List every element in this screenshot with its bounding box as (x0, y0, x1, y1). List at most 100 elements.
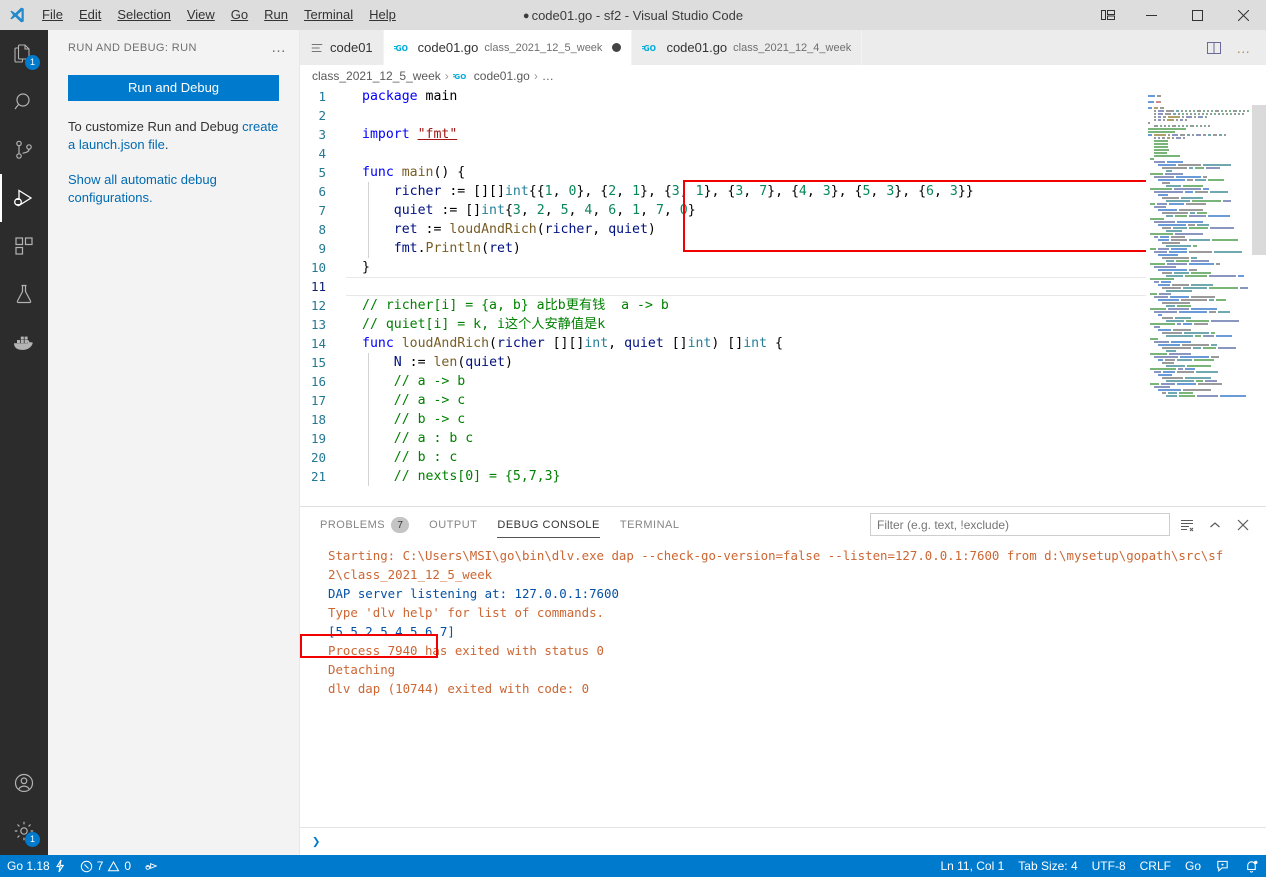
indent-guide (368, 410, 369, 429)
editor-more-actions-icon[interactable]: … (1230, 34, 1258, 62)
close-button[interactable] (1220, 0, 1266, 30)
editor-scrollbar[interactable] (1252, 87, 1266, 506)
code-line[interactable]: 8 ret := loudAndRich(richer, quiet) (300, 220, 1266, 239)
panel-tab-output[interactable]: OUTPUT (429, 511, 477, 538)
title-bar: File Edit Selection View Go Run Terminal… (0, 0, 1266, 30)
tab-code01-go-5week[interactable]: GO code01.go class_2021_12_5_week (383, 30, 633, 65)
activity-explorer[interactable]: 1 (0, 30, 48, 78)
window-controls (1088, 0, 1266, 30)
code-line[interactable]: 1 package main (300, 87, 1266, 106)
breadcrumb-file[interactable]: code01.go (474, 69, 530, 83)
clear-console-icon[interactable] (1176, 514, 1198, 536)
activity-search[interactable] (0, 78, 48, 126)
activity-manage-settings[interactable]: 1 (0, 807, 48, 855)
svg-text:GO: GO (644, 44, 657, 53)
menu-edit[interactable]: Edit (71, 0, 109, 30)
menu-selection[interactable]: Selection (109, 0, 178, 30)
status-go-test[interactable] (138, 855, 167, 877)
status-bar: Go 1.18 7 0 Ln 11, Col 1 Tab Size: 4 UTF… (0, 855, 1266, 877)
code-line[interactable]: 9 fmt.Println(ret) (300, 239, 1266, 258)
status-cursor-position[interactable]: Ln 11, Col 1 (933, 855, 1011, 877)
menu-help[interactable]: Help (361, 0, 404, 30)
run-and-debug-button[interactable]: Run and Debug (68, 75, 279, 101)
minimize-button[interactable] (1128, 0, 1174, 30)
code-line[interactable]: 15 N := len(quiet) (300, 353, 1266, 372)
split-editor-icon[interactable] (1200, 34, 1228, 62)
list-icon (310, 41, 324, 55)
code-editor[interactable]: 1 package main 2 3 import "fmt" 4 5 func main()… (300, 87, 1266, 506)
menu-go[interactable]: Go (223, 0, 256, 30)
code-line[interactable]: 6 richer := [][]int{{1, 0}, {2, 1}, {3, … (300, 182, 1266, 201)
svg-text:GO: GO (454, 72, 466, 81)
line-number: 7 (318, 203, 326, 218)
code-line-text: func loudAndRich(richer [][]int, quiet [… (362, 336, 783, 351)
code-line[interactable]: 2 (300, 106, 1266, 125)
code-line[interactable]: 12 // richer[i] = {a, b} a比b更有钱 a -> b (300, 296, 1266, 315)
code-content[interactable]: 1 package main 2 3 import "fmt" 4 5 func main()… (300, 87, 1266, 506)
activity-run-and-debug[interactable] (0, 174, 48, 222)
status-notifications[interactable] (1237, 855, 1266, 877)
code-line[interactable]: 5 func main() { (300, 163, 1266, 182)
menu-run[interactable]: Run (256, 0, 296, 30)
breadcrumb: class_2021_12_5_week › GO code01.go › … (300, 65, 1266, 87)
show-all-debug-configs-link[interactable]: Show all automatic debug configurations. (68, 172, 217, 205)
menu-terminal[interactable]: Terminal (296, 0, 361, 30)
menu-selection-label: Selection (117, 7, 171, 22)
breadcrumb-symbol[interactable]: … (542, 69, 554, 83)
activity-docker[interactable] (0, 318, 48, 366)
console-line: Process 7940 has exited with status 0 (328, 643, 605, 658)
minimap[interactable] (1146, 87, 1252, 506)
console-line: Detaching (328, 662, 396, 677)
code-line[interactable]: 10} (300, 258, 1266, 277)
debug-console-input-row[interactable]: ❯ (300, 827, 1266, 855)
code-line-text: quiet := []int{3, 2, 5, 4, 6, 1, 7, 0} (393, 203, 696, 218)
code-line[interactable]: 13 // quiet[i] = k, i这个人安静值是k (300, 315, 1266, 334)
code-line[interactable]: 7 quiet := []int{3, 2, 5, 4, 6, 1, 7, 0} (300, 201, 1266, 220)
status-language-mode[interactable]: Go (1178, 855, 1208, 877)
code-line[interactable]: 20 // b : c (300, 448, 1266, 467)
console-line: [5 5 2 5 4 5 6 7] (328, 624, 455, 639)
panel-tab-label: PROBLEMS (320, 519, 386, 531)
code-line[interactable]: 16 // a -> b (300, 372, 1266, 391)
maximize-button[interactable] (1174, 0, 1220, 30)
error-icon (80, 860, 93, 873)
activity-extensions[interactable] (0, 222, 48, 270)
code-line[interactable]: 17 // a -> c (300, 391, 1266, 410)
activity-testing[interactable] (0, 270, 48, 318)
debug-console-output[interactable]: Starting: C:\Users\MSI\go\bin\dlv.exe da… (300, 542, 1266, 827)
code-line[interactable]: 14 func loudAndRich(richer [][]int, quiet… (300, 334, 1266, 353)
activity-accounts[interactable] (0, 759, 48, 807)
close-panel-icon[interactable] (1232, 514, 1254, 536)
panel-tab-problems[interactable]: PROBLEMS 7 (320, 509, 410, 540)
code-line[interactable]: 18 // b -> c (300, 410, 1266, 429)
status-eol[interactable]: CRLF (1133, 855, 1178, 877)
line-number: 18 (310, 412, 326, 427)
panel-tab-debug-console[interactable]: DEBUG CONSOLE (497, 511, 600, 538)
panel-tab-terminal[interactable]: TERMINAL (620, 511, 680, 538)
menu-file[interactable]: File (34, 0, 71, 30)
menu-view[interactable]: View (179, 0, 223, 30)
console-filter-input[interactable] (870, 513, 1170, 536)
line-number: 17 (310, 393, 326, 408)
status-tab-size[interactable]: Tab Size: 4 (1011, 855, 1084, 877)
breadcrumb-folder[interactable]: class_2021_12_5_week (312, 69, 441, 83)
customize-layout-button[interactable] (1088, 0, 1128, 30)
code-line-text: N := len(quiet) (393, 355, 513, 370)
indent-guide (368, 391, 369, 410)
editor-scrollbar-thumb[interactable] (1252, 105, 1266, 255)
status-problems[interactable]: 7 0 (73, 855, 138, 877)
tab-code01[interactable]: code01 (300, 30, 384, 65)
status-encoding[interactable]: UTF-8 (1085, 855, 1133, 877)
sidebar-more-actions-icon[interactable]: … (271, 39, 287, 56)
code-line[interactable]: 3 import "fmt" (300, 125, 1266, 144)
tab-dirty-indicator[interactable] (612, 43, 622, 52)
status-go-version[interactable]: Go 1.18 (0, 855, 73, 877)
code-line[interactable]: 19 // a : b c (300, 429, 1266, 448)
activity-source-control[interactable] (0, 126, 48, 174)
tab-code01-go-4week[interactable]: GO code01.go class_2021_12_4_week (632, 30, 863, 65)
collapse-panel-icon[interactable] (1204, 514, 1226, 536)
status-feedback[interactable] (1208, 855, 1237, 877)
code-line[interactable]: 21 // nexts[0] = {5,7,3} (300, 467, 1266, 486)
bottom-panel: PROBLEMS 7 OUTPUT DEBUG CONSOLE TERMINAL (300, 506, 1266, 855)
code-line[interactable]: 4 (300, 144, 1266, 163)
